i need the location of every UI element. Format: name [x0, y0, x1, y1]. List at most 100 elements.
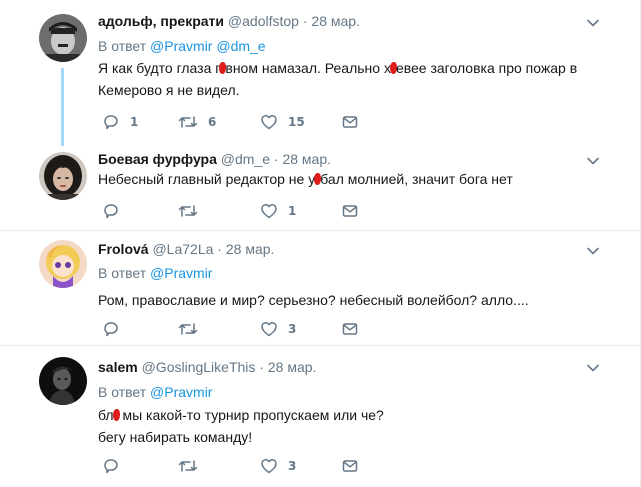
like-count: 15	[288, 115, 305, 129]
chevron-down-icon[interactable]	[586, 244, 600, 258]
text-segment: бегу набирать команду!	[98, 429, 253, 445]
user-handle[interactable]: @GoslingLikeThis	[142, 359, 256, 375]
retweet-icon	[178, 116, 198, 128]
user-handle[interactable]: @La72La	[152, 241, 213, 257]
reply-icon	[104, 204, 118, 219]
display-name[interactable]: salem	[98, 359, 138, 375]
tweet-text: Ром, православие и мир? серьезно? небесн…	[98, 289, 598, 311]
display-name[interactable]: Боевая фурфура	[98, 151, 217, 167]
retweet-button[interactable]	[178, 456, 208, 476]
display-name[interactable]: Frolová	[98, 241, 149, 257]
envelope-icon	[342, 460, 358, 472]
reply-context: В ответ @Pravmir	[98, 264, 212, 282]
like-count: 1	[288, 204, 297, 218]
retweet-button[interactable]: 6	[178, 112, 216, 132]
tweet-replies-panel: адольф, прекрати @adolfstop · 28 мар. В …	[0, 0, 641, 487]
text-segment: мы какой-то турнир пропускаем или че?	[118, 407, 384, 423]
separator: ·	[302, 13, 308, 29]
separator: ·	[259, 359, 264, 375]
text-line: Кемерово я не видел.	[98, 79, 598, 101]
reply-context: В ответ @Pravmir @dm_e	[98, 37, 266, 55]
like-button[interactable]: 3	[260, 456, 296, 476]
reply-button[interactable]	[102, 201, 130, 221]
text-line: Я как будто глаза г вном намазал. Реально…	[98, 57, 598, 79]
timestamp[interactable]: 28 мар.	[311, 13, 360, 29]
retweet-icon	[178, 460, 198, 472]
tweet[interactable]: Frolová @La72La · 28 мар. В ответ @Pravm…	[0, 231, 640, 346]
heart-icon	[261, 458, 277, 474]
retweet-button[interactable]	[178, 201, 208, 221]
tweet-header: Боевая фурфура @dm_e · 28 мар.	[98, 150, 331, 168]
text-line: Ром, православие и мир? серьезно? небесн…	[98, 289, 598, 311]
text-segment: Кемерово я не видел.	[98, 82, 240, 98]
reply-icon	[104, 459, 118, 474]
text-line: бегу набирать команду!	[98, 426, 598, 448]
mention-link[interactable]: @Pravmir	[150, 265, 212, 281]
text-segment: бл	[98, 407, 114, 423]
tweet-header: salem @GoslingLikeThis · 28 мар.	[98, 358, 316, 376]
display-name[interactable]: адольф, прекрати	[98, 13, 224, 29]
direct-message-button[interactable]	[341, 112, 359, 132]
direct-message-button[interactable]	[341, 319, 359, 339]
thread-line	[61, 68, 64, 146]
timestamp[interactable]: 28 мар.	[226, 241, 275, 257]
mention-link[interactable]: @Pravmir	[150, 384, 212, 400]
chevron-down-icon[interactable]	[586, 16, 600, 30]
reply-context: В ответ @Pravmir	[98, 383, 212, 401]
reply-prefix: В ответ	[98, 384, 147, 400]
tweet[interactable]: адольф, прекрати @adolfstop · 28 мар. В …	[0, 0, 640, 147]
avatar[interactable]	[39, 152, 87, 200]
like-count: 3	[288, 322, 297, 336]
retweet-icon	[178, 205, 198, 217]
text-segment: бал молнией, значит бога нет	[320, 171, 513, 187]
envelope-icon	[342, 116, 358, 128]
timestamp[interactable]: 28 мар.	[268, 359, 317, 375]
tweet-text: Я как будто глаза г вном намазал. Реально…	[98, 57, 598, 101]
text-line: Небесный главный редактор не у бал молние…	[98, 168, 598, 190]
heart-icon	[261, 203, 277, 219]
timestamp[interactable]: 28 мар.	[282, 151, 331, 167]
reply-icon	[104, 322, 118, 337]
heart-icon	[261, 114, 277, 130]
like-button[interactable]: 1	[260, 201, 296, 221]
user-handle[interactable]: @adolfstop	[228, 13, 299, 29]
reply-count: 1	[130, 115, 139, 129]
avatar[interactable]	[39, 240, 87, 288]
chevron-down-icon[interactable]	[586, 154, 600, 168]
tweet-text: Небесный главный редактор не у бал молние…	[98, 168, 598, 190]
avatar[interactable]	[39, 14, 87, 62]
tweet[interactable]: Боевая фурфура @dm_e · 28 мар. Небесный …	[0, 147, 640, 231]
envelope-icon	[342, 205, 358, 217]
text-segment: Я как будто глаза г	[98, 60, 221, 76]
text-segment: Ром, православие и мир? серьезно? небесн…	[98, 292, 529, 308]
heart-icon	[261, 321, 277, 337]
reply-prefix: В ответ	[98, 38, 147, 54]
retweet-count: 6	[208, 115, 217, 129]
chevron-down-icon[interactable]	[586, 361, 600, 375]
reply-prefix: В ответ	[98, 265, 147, 281]
retweet-button[interactable]	[178, 319, 208, 339]
reply-button[interactable]	[102, 456, 130, 476]
tweet-header: адольф, прекрати @adolfstop · 28 мар.	[98, 12, 360, 30]
text-segment: евее заголовка про пожар в	[395, 60, 578, 76]
text-segment: вном намазал. Реально х	[225, 60, 391, 76]
tweet-text: бл мы какой-то турнир пропускаем или че?…	[98, 404, 598, 448]
tweet-header: Frolová @La72La · 28 мар.	[98, 240, 274, 258]
separator: ·	[273, 151, 279, 167]
mention-link[interactable]: @Pravmir	[150, 38, 212, 54]
separator: ·	[217, 241, 222, 257]
text-segment: Небесный главный редактор не у	[98, 171, 316, 187]
reply-icon	[104, 115, 118, 130]
reply-button[interactable]: 1	[102, 112, 138, 132]
retweet-icon	[178, 323, 198, 335]
direct-message-button[interactable]	[341, 456, 359, 476]
reply-button[interactable]	[102, 319, 130, 339]
mention-link[interactable]: @dm_e	[216, 38, 265, 54]
avatar[interactable]	[39, 357, 87, 405]
like-button[interactable]: 3	[260, 319, 296, 339]
user-handle[interactable]: @dm_e	[221, 151, 270, 167]
like-button[interactable]: 15	[260, 112, 305, 132]
direct-message-button[interactable]	[341, 201, 359, 221]
text-line: бл мы какой-то турнир пропускаем или че?	[98, 404, 598, 426]
tweet[interactable]: salem @GoslingLikeThis · 28 мар. В ответ…	[0, 346, 640, 487]
